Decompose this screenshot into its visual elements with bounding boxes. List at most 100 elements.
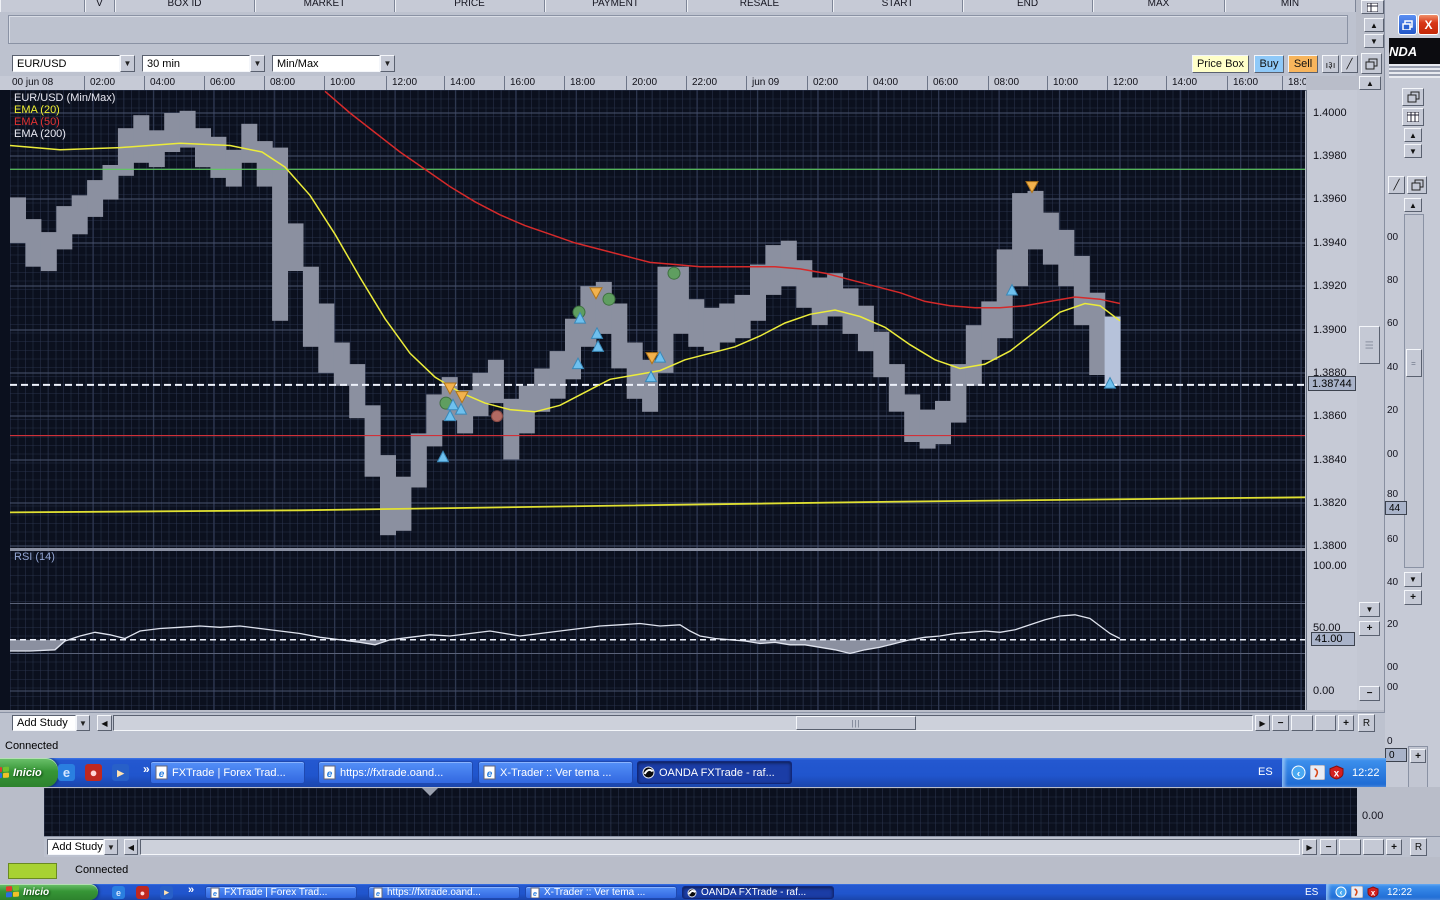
- bg-trendline-icon[interactable]: ╱: [1388, 176, 1405, 194]
- start-button[interactable]: Inicio: [0, 884, 98, 900]
- charttype-select-arrow-icon[interactable]: ▼: [380, 55, 395, 72]
- h-scrollbar[interactable]: |||: [113, 715, 1253, 731]
- header-col-box-id[interactable]: BOX ID: [115, 0, 255, 12]
- panel-scroll-up-icon[interactable]: ▲: [1364, 18, 1384, 32]
- time-label: 12:00: [392, 77, 418, 88]
- time-tick: [144, 76, 145, 90]
- h-scroll-thumb[interactable]: |||: [796, 716, 916, 730]
- table-view-icon[interactable]: [1361, 0, 1384, 14]
- hide-tray-icons-icon[interactable]: ‹: [1291, 765, 1306, 780]
- player-quicklaunch-icon[interactable]: ▸: [160, 886, 173, 899]
- taskbar-button[interactable]: OANDA FXTrade - raf...: [637, 761, 792, 784]
- bg-cascade2-icon[interactable]: [1407, 176, 1427, 194]
- player-quicklaunch-icon[interactable]: ▸: [112, 764, 129, 781]
- pair-select-arrow-icon[interactable]: ▼: [120, 55, 135, 72]
- java-tray-icon[interactable]: [1351, 886, 1363, 898]
- pan-left-icon[interactable]: ◀: [97, 715, 112, 731]
- hzoom-in-button[interactable]: +: [1338, 715, 1354, 731]
- hzoom-out2-button[interactable]: −: [1320, 839, 1337, 855]
- taskbar-button[interactable]: e https://fxtrade.oand...: [368, 886, 520, 899]
- taskbar-button[interactable]: OANDA FXTrade - raf...: [682, 886, 834, 899]
- header-col-start[interactable]: START: [833, 0, 963, 12]
- bg-axis-scroll-up-icon[interactable]: ▲: [1404, 198, 1422, 212]
- header-col-resale[interactable]: RESALE: [687, 0, 833, 12]
- sell-button[interactable]: Sell: [1288, 55, 1318, 73]
- cascade-windows-icon[interactable]: [1361, 53, 1382, 74]
- bg-scroll-up-icon[interactable]: ▲: [1404, 128, 1422, 142]
- bg-vscrollbar[interactable]: =: [1404, 214, 1424, 568]
- price-box-button[interactable]: Price Box: [1192, 55, 1249, 73]
- header-col-end[interactable]: END: [963, 0, 1093, 12]
- bg-cascade-icon[interactable]: [1402, 88, 1424, 106]
- legend-series: EUR/USD (Min/Max): [14, 92, 116, 104]
- taskbar-button[interactable]: e X-Trader :: Ver tema ...: [525, 886, 677, 899]
- panel-scroll-down-icon[interactable]: ▼: [1364, 34, 1384, 48]
- bg-table-view-icon[interactable]: [1402, 108, 1424, 126]
- time-label: 10:00: [1053, 77, 1079, 88]
- interval-select-arrow-icon[interactable]: ▼: [250, 55, 265, 72]
- bg-scroll-down-icon[interactable]: ▼: [1404, 144, 1422, 158]
- interval-select[interactable]: 30 min: [142, 55, 250, 72]
- zoom-out-button[interactable]: −: [1359, 686, 1380, 701]
- java-tray-icon[interactable]: [1310, 765, 1325, 780]
- hzoom-out-button[interactable]: −: [1272, 715, 1289, 731]
- spacer-cell: [1291, 715, 1313, 731]
- hide-tray-icons-icon[interactable]: ‹: [1335, 886, 1347, 898]
- spacer-cell: [1363, 839, 1384, 855]
- media-quicklaunch-icon[interactable]: ●: [85, 764, 102, 781]
- security-shield-tray-icon[interactable]: x: [1329, 765, 1344, 780]
- pan-left2-icon[interactable]: ◀: [124, 839, 138, 855]
- quicklaunch-overflow-chevron[interactable]: »: [188, 884, 194, 896]
- header-col-min[interactable]: MIN: [1225, 0, 1356, 12]
- media-quicklaunch-icon[interactable]: ●: [136, 886, 149, 899]
- add-study-arrow-icon[interactable]: ▼: [76, 715, 90, 731]
- trendline-tool-icon[interactable]: ╱: [1341, 55, 1358, 73]
- charttype-select[interactable]: Min/Max: [272, 55, 380, 72]
- header-col-blank[interactable]: [0, 0, 85, 12]
- scroll-down-icon[interactable]: ▼: [1359, 602, 1380, 617]
- taskbar-button[interactable]: e FXTrade | Forex Trad...: [150, 761, 305, 784]
- header-col-price[interactable]: PRICE: [395, 0, 545, 12]
- internet-explorer-quicklaunch-icon[interactable]: e: [112, 886, 125, 899]
- add-study-select-2[interactable]: Add Study: [47, 839, 104, 855]
- internet-explorer-quicklaunch-icon[interactable]: e: [58, 764, 75, 781]
- header-col-payment[interactable]: PAYMENT: [545, 0, 687, 12]
- volume-bars-icon[interactable]: ı३ı: [1322, 55, 1339, 73]
- ie-page-taskbar-icon: e: [483, 765, 496, 780]
- pan-right-icon[interactable]: ▶: [1255, 715, 1270, 731]
- ie-page-taskbar-icon: e: [210, 887, 220, 898]
- add-study-select[interactable]: Add Study: [12, 715, 76, 731]
- taskbar-button[interactable]: e FXTrade | Forex Trad...: [205, 886, 357, 899]
- spacer-cell: [1339, 839, 1361, 855]
- h-scrollbar-2[interactable]: [140, 839, 1300, 855]
- close-window-button[interactable]: X: [1418, 14, 1439, 35]
- header-col-market[interactable]: MARKET: [255, 0, 395, 12]
- bg-zoom-in2-button[interactable]: +: [1410, 749, 1426, 763]
- chart-vertical-scrollbar[interactable]: ||| ▼ + −: [1357, 90, 1384, 710]
- scroll-up-icon[interactable]: ▲: [1359, 76, 1381, 90]
- add-study-arrow2-icon[interactable]: ▼: [104, 839, 118, 855]
- price-axis[interactable]: 1.4000 1.3980 1.3960 1.3940 1.3920 1.3900 1.38…: [1306, 90, 1357, 710]
- language-indicator[interactable]: ES: [1258, 766, 1273, 778]
- hzoom-in2-button[interactable]: +: [1386, 839, 1402, 855]
- vscroll-thumb[interactable]: |||: [1359, 326, 1380, 364]
- bg-zoom-in-button[interactable]: +: [1404, 590, 1422, 605]
- header-col-v[interactable]: V: [85, 0, 115, 12]
- header-col-max[interactable]: MAX: [1093, 0, 1225, 12]
- zoom-in-button[interactable]: +: [1359, 621, 1380, 636]
- pair-select[interactable]: EUR/USD: [12, 55, 120, 72]
- bg-scrolldown2-icon[interactable]: ▼: [1404, 572, 1422, 587]
- security-shield-tray-icon[interactable]: x: [1367, 886, 1379, 898]
- reset2-button[interactable]: R: [1410, 838, 1427, 856]
- quicklaunch-overflow-chevron[interactable]: »: [143, 762, 150, 776]
- price-chart[interactable]: EUR/USD (Min/Max) EMA (20) EMA (50) EMA …: [9, 90, 1306, 710]
- pan-right2-icon[interactable]: ▶: [1302, 839, 1317, 855]
- language-indicator[interactable]: ES: [1305, 887, 1318, 898]
- restore-window-button[interactable]: [1398, 14, 1417, 35]
- reset-button[interactable]: R: [1358, 714, 1375, 732]
- taskbar-button[interactable]: e https://fxtrade.oand...: [318, 761, 473, 784]
- taskbar-button[interactable]: e X-Trader :: Ver tema ...: [478, 761, 633, 784]
- buy-button[interactable]: Buy: [1254, 55, 1284, 73]
- start-button[interactable]: Inicio: [0, 758, 58, 787]
- time-label: 02:00: [813, 77, 839, 88]
